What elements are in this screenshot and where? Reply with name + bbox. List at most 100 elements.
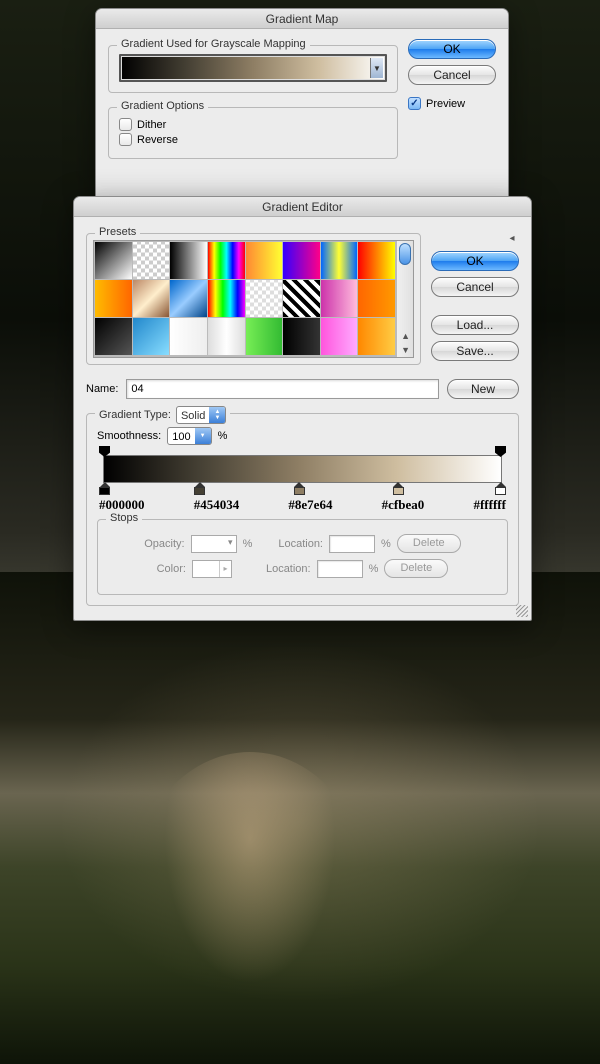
preset-swatch[interactable] [283, 242, 320, 279]
percent-4: % [369, 563, 379, 575]
hex-5: #ffffff [473, 497, 505, 513]
preset-swatch[interactable] [95, 318, 132, 355]
ok-button[interactable]: OK [408, 39, 496, 59]
color-label: Color: [157, 563, 186, 575]
color-dropdown-icon[interactable]: ▸ [219, 561, 231, 577]
gradient-dropdown-icon[interactable]: ▼ [370, 58, 383, 78]
save-button[interactable]: Save... [431, 341, 519, 361]
options-legend: Gradient Options [117, 100, 208, 112]
color-location-input[interactable] [317, 560, 363, 578]
presets-flyout-icon[interactable]: ◂ [505, 233, 519, 247]
hex-4: #cfbea0 [382, 497, 425, 513]
artwork-backdrop [0, 572, 600, 1064]
preset-swatch[interactable] [246, 242, 283, 279]
gradient-preview[interactable]: ▼ [119, 54, 387, 82]
gradient-type-legend: Gradient Type: Solid ▲▼ [95, 406, 230, 424]
gradient-options-fieldset: Gradient Options Dither Reverse [108, 107, 398, 159]
location-label-2: Location: [266, 563, 311, 575]
preset-swatch[interactable] [246, 318, 283, 355]
reverse-checkbox[interactable] [119, 133, 132, 146]
opacity-location-input[interactable] [329, 535, 375, 553]
hex-row: #000000 #454034 #8e7e64 #cfbea0 #ffffff [99, 497, 506, 513]
gradient-type-fieldset: Gradient Type: Solid ▲▼ Smoothness: 100 … [86, 413, 519, 606]
gradient-used-fieldset: Gradient Used for Grayscale Mapping ▼ [108, 45, 398, 93]
cancel-button[interactable]: Cancel [408, 65, 496, 85]
color-well[interactable]: ▸ [192, 560, 232, 578]
preset-swatch[interactable] [358, 318, 395, 355]
preset-swatch[interactable] [358, 280, 395, 317]
location-label-1: Location: [278, 538, 323, 550]
preset-swatch[interactable] [133, 318, 170, 355]
smoothness-value: 100 [168, 428, 194, 444]
smoothness-input[interactable]: 100 ▼ [167, 427, 211, 445]
percent-2: % [243, 538, 253, 550]
preset-swatch[interactable] [246, 280, 283, 317]
scroll-down-icon[interactable]: ▼ [401, 345, 410, 355]
preset-swatch[interactable] [170, 280, 207, 317]
preset-swatch[interactable] [95, 280, 132, 317]
hex-2: #454034 [194, 497, 240, 513]
editor-cancel-button[interactable]: Cancel [431, 277, 519, 297]
preset-swatch[interactable] [321, 280, 358, 317]
editor-titlebar[interactable]: Gradient Editor [74, 197, 531, 217]
dither-label: Dither [137, 119, 166, 131]
preset-swatch[interactable] [208, 242, 245, 279]
gradient-type-value: Solid [177, 407, 209, 423]
preset-swatch[interactable] [283, 280, 320, 317]
color-stop-5[interactable] [495, 482, 506, 494]
swatch-grid [94, 241, 396, 357]
resize-grip-icon[interactable] [516, 605, 528, 617]
new-button[interactable]: New [447, 379, 519, 399]
color-stop-4[interactable] [393, 482, 404, 494]
opacity-delete-button[interactable]: Delete [397, 534, 461, 553]
scroll-up-icon[interactable]: ▲ [401, 331, 410, 341]
color-stop-1[interactable] [99, 482, 110, 494]
preset-swatch[interactable] [208, 280, 245, 317]
preview-label: Preview [426, 98, 465, 110]
gradient-bar[interactable] [103, 455, 502, 483]
preset-swatch[interactable] [321, 318, 358, 355]
color-delete-button[interactable]: Delete [384, 559, 448, 578]
stops-fieldset: Stops Opacity: % Location: % Delete Colo… [97, 519, 508, 595]
gradient-editor-dialog: Gradient Editor Presets ▲ ▼ [73, 196, 532, 621]
gradient-used-legend: Gradient Used for Grayscale Mapping [117, 38, 310, 50]
preset-swatch[interactable] [358, 242, 395, 279]
preset-swatch[interactable] [283, 318, 320, 355]
load-button[interactable]: Load... [431, 315, 519, 335]
hex-1: #000000 [99, 497, 145, 513]
name-label: Name: [86, 383, 118, 395]
opacity-stop-left[interactable] [99, 446, 110, 457]
select-arrows-icon: ▲▼ [209, 407, 225, 423]
color-swatch [193, 561, 219, 577]
gradient-map-titlebar[interactable]: Gradient Map [96, 9, 508, 29]
preset-swatch[interactable] [133, 242, 170, 279]
preset-swatch[interactable] [95, 242, 132, 279]
presets-legend: Presets [95, 226, 140, 238]
color-stop-2[interactable] [194, 482, 205, 494]
opacity-stop-right[interactable] [495, 446, 506, 457]
presets-scrollbar[interactable]: ▲ ▼ [396, 241, 413, 357]
preview-checkbox[interactable] [408, 97, 421, 110]
hex-3: #8e7e64 [288, 497, 332, 513]
reverse-label: Reverse [137, 134, 178, 146]
editor-ok-button[interactable]: OK [431, 251, 519, 271]
smoothness-dropdown-icon: ▼ [195, 428, 211, 444]
name-input[interactable] [126, 379, 439, 399]
color-stop-3[interactable] [294, 482, 305, 494]
dither-checkbox[interactable] [119, 118, 132, 131]
percent-3: % [381, 538, 391, 550]
presets-fieldset: Presets ▲ ▼ [86, 233, 421, 365]
gradient-type-label: Gradient Type: [99, 409, 171, 421]
stops-legend: Stops [106, 512, 142, 524]
preset-swatch[interactable] [133, 280, 170, 317]
smoothness-label: Smoothness: [97, 430, 161, 442]
scroll-thumb[interactable] [399, 243, 411, 265]
opacity-input[interactable] [191, 535, 237, 553]
preset-swatch[interactable] [208, 318, 245, 355]
presets-box: ▲ ▼ [93, 240, 414, 358]
gradient-type-select[interactable]: Solid ▲▼ [176, 406, 226, 424]
preset-swatch[interactable] [170, 318, 207, 355]
preset-swatch[interactable] [170, 242, 207, 279]
preset-swatch[interactable] [321, 242, 358, 279]
percent-1: % [218, 430, 228, 442]
